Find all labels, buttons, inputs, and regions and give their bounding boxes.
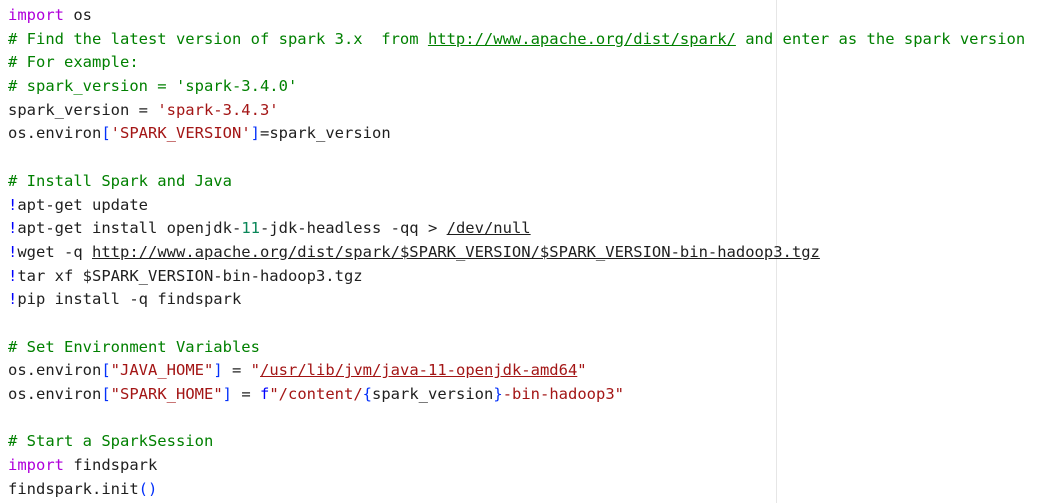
code-token: f bbox=[260, 385, 270, 403]
code-area[interactable]: import os # Find the latest version of sp… bbox=[8, 4, 1025, 501]
code-token: = bbox=[232, 385, 260, 403]
code-token: ! bbox=[8, 290, 18, 309]
code-token: "JAVA_HOME" bbox=[110, 361, 214, 380]
code-token: apt-get install openjdk- bbox=[17, 219, 242, 238]
code-line[interactable]: os.environ["SPARK_HOME"] = f"/content/{s… bbox=[8, 383, 1025, 407]
code-token: # Find the latest version of spark 3.x f… bbox=[8, 29, 428, 48]
code-token: /dev/null bbox=[446, 219, 531, 238]
code-token: " bbox=[577, 361, 587, 380]
code-token: [ bbox=[101, 361, 111, 380]
code-line[interactable]: # Start a SparkSession bbox=[8, 430, 1025, 454]
code-token: /usr/lib/jvm/java-11-openjdk-amd64 bbox=[260, 361, 578, 380]
code-token: { bbox=[362, 385, 373, 403]
code-token: os.environ bbox=[8, 361, 102, 380]
code-token: = bbox=[222, 361, 251, 380]
code-token: findspark bbox=[64, 456, 158, 475]
code-token: os.environ bbox=[8, 124, 102, 143]
code-token: spark_version = bbox=[8, 100, 158, 119]
code-token: import bbox=[8, 456, 64, 475]
code-token: ! bbox=[8, 242, 18, 261]
code-token: 11 bbox=[241, 219, 260, 238]
code-token: [ bbox=[101, 124, 111, 143]
code-line[interactable]: import findspark bbox=[8, 454, 1025, 478]
code-line[interactable]: os.environ['SPARK_VERSION']=spark_versio… bbox=[8, 122, 1025, 146]
code-token: apt-get update bbox=[17, 195, 148, 214]
code-token: wget -q bbox=[17, 242, 92, 261]
code-token: # For example: bbox=[8, 53, 139, 72]
code-line[interactable]: !tar xf $SPARK_VERSION-bin-hadoop3.tgz bbox=[8, 265, 1025, 289]
code-token: os bbox=[64, 6, 92, 24]
code-token: =spark_version bbox=[260, 124, 391, 143]
code-line[interactable] bbox=[8, 146, 1025, 170]
code-token: 'spark-3.4.3' bbox=[157, 100, 279, 119]
code-token: 'SPARK_VERSION' bbox=[110, 124, 251, 143]
code-token: ] bbox=[222, 385, 232, 403]
code-token: } bbox=[493, 385, 503, 403]
code-token: and enter as the spark version bbox=[735, 29, 1026, 48]
code-token: () bbox=[138, 479, 158, 498]
code-line[interactable]: !apt-get install openjdk-11-jdk-headless… bbox=[8, 217, 1025, 241]
code-line[interactable]: # Set Environment Variables bbox=[8, 336, 1025, 360]
code-token: [ bbox=[101, 385, 111, 403]
code-token: " bbox=[250, 361, 261, 380]
code-token: ] bbox=[250, 124, 260, 143]
code-token: # Set Environment Variables bbox=[8, 337, 260, 356]
code-editor[interactable]: import os # Find the latest version of sp… bbox=[0, 0, 1058, 503]
code-token: -bin-hadoop3" bbox=[502, 385, 625, 403]
code-token: ! bbox=[8, 195, 18, 214]
code-line[interactable] bbox=[8, 407, 1025, 431]
code-token: spark_version bbox=[372, 385, 494, 403]
code-token: "SPARK_HOME" bbox=[110, 385, 223, 403]
code-token: -jdk-headless -qq > bbox=[259, 219, 447, 238]
code-token: "/content/ bbox=[269, 385, 363, 403]
code-line[interactable]: import os bbox=[8, 4, 1025, 28]
code-token: # Install Spark and Java bbox=[8, 171, 232, 190]
code-line[interactable]: # For example: bbox=[8, 51, 1025, 75]
code-line[interactable]: spark_version = 'spark-3.4.3' bbox=[8, 99, 1025, 123]
code-line[interactable]: # Install Spark and Java bbox=[8, 170, 1025, 194]
code-line[interactable]: findspark.init() bbox=[8, 478, 1025, 502]
code-token: ! bbox=[8, 219, 18, 238]
code-token: http://www.apache.org/dist/spark/ bbox=[427, 29, 736, 48]
code-token: findspark.init bbox=[8, 479, 139, 498]
code-line[interactable]: os.environ["JAVA_HOME"] = "/usr/lib/jvm/… bbox=[8, 359, 1025, 383]
code-line[interactable]: !pip install -q findspark bbox=[8, 288, 1025, 312]
code-token: pip install -q findspark bbox=[17, 290, 242, 309]
code-token: http://www.apache.org/dist/spark/$SPARK_… bbox=[92, 242, 820, 261]
code-token: # Start a SparkSession bbox=[8, 432, 214, 451]
code-line[interactable] bbox=[8, 312, 1025, 336]
code-line[interactable]: !apt-get update bbox=[8, 194, 1025, 218]
code-token: ! bbox=[8, 266, 18, 285]
code-line[interactable]: !wget -q http://www.apache.org/dist/spar… bbox=[8, 241, 1025, 265]
code-line[interactable]: # spark_version = 'spark-3.4.0' bbox=[8, 75, 1025, 99]
code-token: os.environ bbox=[8, 385, 102, 403]
code-token: # spark_version = 'spark-3.4.0' bbox=[8, 77, 298, 96]
code-token: tar xf $SPARK_VERSION-bin-hadoop3.tgz bbox=[17, 266, 363, 285]
code-token: ] bbox=[213, 361, 223, 380]
code-token: import bbox=[8, 6, 64, 24]
code-line[interactable]: # Find the latest version of spark 3.x f… bbox=[8, 28, 1025, 52]
